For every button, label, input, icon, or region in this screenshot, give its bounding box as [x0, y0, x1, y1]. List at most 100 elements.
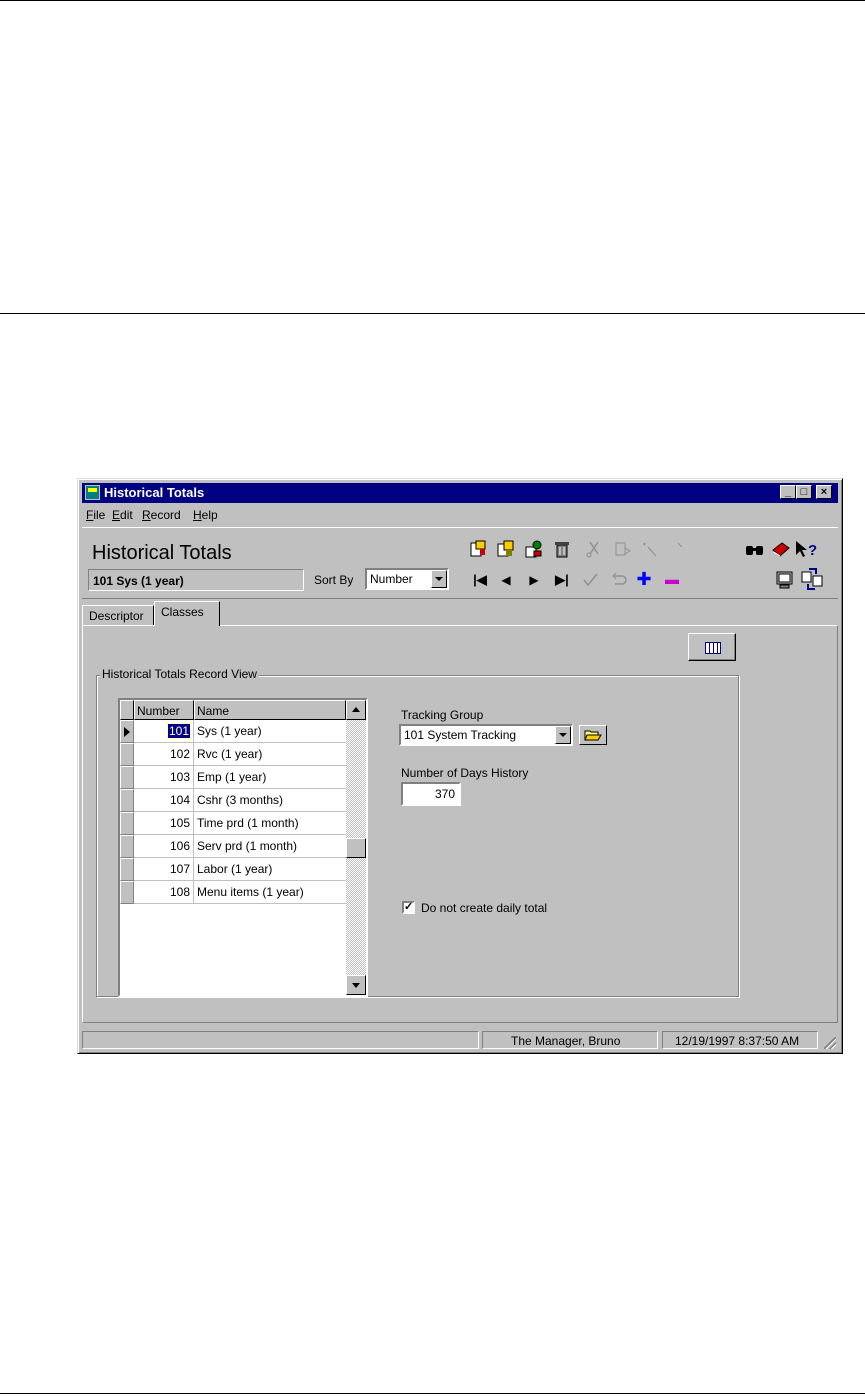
row-indicator: [120, 835, 134, 858]
tab-classes[interactable]: Classes: [154, 601, 220, 626]
table-header: Number Name: [120, 700, 346, 720]
row-name-cell[interactable]: Rvc (1 year): [194, 743, 346, 766]
row-number-cell[interactable]: 105: [134, 812, 194, 835]
book-icon[interactable]: [770, 539, 792, 559]
scrollbar-thumb[interactable]: [346, 838, 366, 858]
current-row-indicator-icon: [120, 720, 134, 743]
sort-by-value: Number: [370, 572, 413, 586]
maximize-button[interactable]: □: [796, 485, 812, 499]
table-icon: [705, 642, 721, 654]
column-header-name[interactable]: Name: [194, 700, 346, 720]
page-rule-bottom: [0, 1393, 865, 1394]
tab-descriptor[interactable]: Descriptor: [82, 605, 154, 625]
record-view-group-title: Historical Totals Record View: [100, 667, 259, 681]
row-name-cell[interactable]: Labor (1 year): [194, 858, 346, 881]
save-check-icon-disabled[interactable]: [580, 570, 600, 590]
menu-file[interactable]: File: [86, 508, 105, 522]
find-icon[interactable]: [744, 539, 766, 559]
row-number-cell[interactable]: 101: [134, 720, 194, 743]
no-daily-total-checkbox[interactable]: ✓: [402, 901, 415, 914]
status-datetime-pane: 12/19/1997 8:37:50 AM: [662, 1031, 818, 1049]
row-name-cell[interactable]: Sys (1 year): [194, 720, 346, 743]
insert-record-icon[interactable]: [468, 539, 488, 559]
row-name-cell[interactable]: Cshr (3 months): [194, 789, 346, 812]
minimize-button[interactable]: _: [780, 485, 796, 499]
sort-by-label: Sort By: [314, 573, 354, 587]
next-record-button[interactable]: ▶: [524, 570, 544, 590]
row-number-cell[interactable]: 103: [134, 766, 194, 789]
records-table[interactable]: Number Name 101 Sys (1 year) 102 Rvc (1 …: [118, 698, 368, 997]
row-name-cell[interactable]: Time prd (1 month): [194, 812, 346, 835]
previous-record-button[interactable]: ◀: [496, 570, 516, 590]
table-row[interactable]: 108 Menu items (1 year): [120, 881, 346, 904]
row-indicator: [120, 858, 134, 881]
days-history-label: Number of Days History: [401, 766, 529, 780]
header-indicator-cell: [120, 700, 134, 720]
whats-this-help-icon[interactable]: ?: [794, 539, 822, 559]
no-daily-total-label[interactable]: Do not create daily total: [421, 901, 547, 915]
scroll-up-icon[interactable]: [346, 700, 366, 720]
row-number-cell[interactable]: 106: [134, 835, 194, 858]
chevron-down-icon[interactable]: [555, 726, 571, 744]
menu-help[interactable]: Help: [193, 508, 218, 522]
cut-icon-disabled[interactable]: [584, 539, 604, 559]
tracking-group-value: 101 System Tracking: [404, 728, 517, 742]
wand-icon-disabled[interactable]: [640, 539, 660, 559]
tracking-group-select[interactable]: 101 System Tracking: [399, 724, 573, 746]
days-history-input[interactable]: 370: [401, 782, 461, 806]
tracking-group-label: Tracking Group: [401, 708, 484, 722]
row-indicator: [120, 743, 134, 766]
status-bar: The Manager, Bruno 12/19/1997 8:37:50 AM: [82, 1031, 838, 1051]
delete-record-button[interactable]: ▬: [662, 569, 682, 589]
row-number-cell[interactable]: 104: [134, 789, 194, 812]
paste-icon-disabled[interactable]: [612, 539, 632, 559]
svg-text:?: ?: [808, 542, 817, 559]
status-message-pane: [82, 1031, 479, 1049]
undo-icon-disabled[interactable]: [608, 570, 628, 590]
copy-record-icon[interactable]: [496, 539, 516, 559]
first-record-button[interactable]: |◀: [470, 570, 490, 590]
app-icon[interactable]: [85, 485, 100, 500]
close-button[interactable]: ×: [816, 485, 832, 499]
trash-icon[interactable]: [552, 539, 572, 559]
window-title: Historical Totals: [104, 485, 205, 500]
row-indicator: [120, 812, 134, 835]
row-indicator: [120, 789, 134, 812]
pin-icon-disabled[interactable]: [670, 539, 690, 559]
table-row[interactable]: 104 Cshr (3 months): [120, 789, 346, 812]
page-rule-upper: [0, 313, 865, 314]
table-row[interactable]: 103 Emp (1 year): [120, 766, 346, 789]
current-record-display: 101 Sys (1 year): [88, 569, 304, 591]
sync-icon[interactable]: [800, 567, 824, 591]
menu-edit[interactable]: Edit: [112, 508, 133, 522]
menu-record[interactable]: Record: [142, 508, 181, 522]
monitor-icon[interactable]: [774, 569, 796, 591]
sort-by-select[interactable]: Number: [365, 568, 449, 590]
row-name-cell[interactable]: Menu items (1 year): [194, 881, 346, 904]
row-number-cell[interactable]: 108: [134, 881, 194, 904]
row-number-cell[interactable]: 102: [134, 743, 194, 766]
status-user-pane: The Manager, Bruno: [482, 1031, 658, 1049]
table-vertical-scrollbar[interactable]: [346, 700, 366, 995]
add-record-button[interactable]: ✚: [634, 569, 654, 589]
row-name-cell[interactable]: Serv prd (1 month): [194, 835, 346, 858]
open-folder-button[interactable]: [579, 725, 607, 745]
row-indicator: [120, 766, 134, 789]
row-number-cell[interactable]: 107: [134, 858, 194, 881]
column-header-number[interactable]: Number: [134, 700, 194, 720]
row-name-cell[interactable]: Emp (1 year): [194, 766, 346, 789]
table-row[interactable]: 102 Rvc (1 year): [120, 743, 346, 766]
duplicate-record-icon[interactable]: [524, 539, 544, 559]
table-row[interactable]: 107 Labor (1 year): [120, 858, 346, 881]
title-bar[interactable]: Historical Totals _ □ ×: [82, 483, 838, 503]
chevron-down-icon[interactable]: [431, 570, 447, 588]
last-record-button[interactable]: ▶|: [552, 570, 572, 590]
table-row[interactable]: 105 Time prd (1 month): [120, 812, 346, 835]
resize-grip-icon[interactable]: [824, 1037, 836, 1049]
grid-view-button[interactable]: [688, 633, 736, 661]
table-row[interactable]: 101 Sys (1 year): [120, 720, 346, 743]
app-window: Historical Totals _ □ × File Edit Record…: [77, 478, 843, 1054]
page-rule-top: [0, 0, 865, 1]
scroll-down-icon[interactable]: [346, 975, 366, 995]
table-row[interactable]: 106 Serv prd (1 month): [120, 835, 346, 858]
